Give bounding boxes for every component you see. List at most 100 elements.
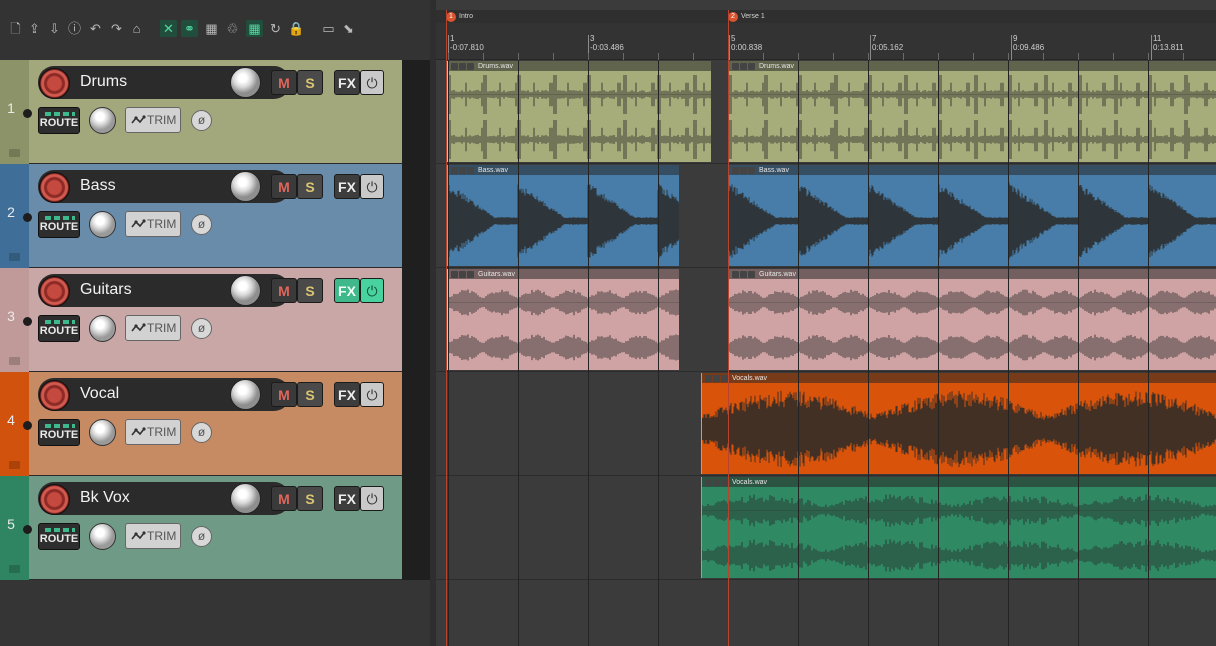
fx-button[interactable]: FX [334,174,360,199]
lock-icon[interactable]: 🔒 [288,20,305,37]
timeline-ruler[interactable]: 1 -0:07.810 3 -0:03.486 5 0:00.838 7 0:05.162 9 0… [436,23,1216,60]
fx-bypass-icon[interactable]: ⏻ [360,278,384,303]
solo-button[interactable]: S [297,486,323,511]
fx-button[interactable]: FX [334,70,360,95]
item-lock-icon[interactable] [705,374,712,382]
item-header[interactable]: Bass.wav [729,165,1216,175]
fx-bypass-icon[interactable]: ⏻ [360,70,384,95]
item-fx-icon[interactable] [467,62,474,70]
item-fx-icon[interactable] [467,166,474,174]
folder-icon[interactable] [9,565,20,573]
record-arm-button[interactable] [39,484,70,515]
track-4[interactable]: 4 Vocal M S FX ⏻ ROUTE TRIM ø [0,372,402,476]
track-2[interactable]: 2 Bass M S FX ⏻ ROUTE TRIM ø [0,164,402,268]
fx-button[interactable]: FX [334,486,360,511]
item-fx-icon[interactable] [748,270,755,278]
fx-button[interactable]: FX [334,278,360,303]
solo-button[interactable]: S [297,278,323,303]
volume-knob[interactable] [230,483,261,514]
fx-bypass-icon[interactable]: ⏻ [360,486,384,511]
media-item[interactable]: Drums.wav [728,61,1216,162]
route-button[interactable]: ROUTE [38,523,80,550]
trim-button[interactable]: TRIM [125,419,181,445]
mute-button[interactable]: M [271,486,297,511]
item-mute-icon[interactable] [459,270,466,278]
snap-grid-icon[interactable]: ▦ [203,20,220,37]
track-name[interactable]: Drums [80,73,127,91]
mute-button[interactable]: M [271,174,297,199]
item-fx-icon[interactable] [721,478,728,486]
grouping-icon[interactable]: ⚭ [181,20,198,37]
pan-knob[interactable] [89,419,116,446]
record-arm-button[interactable] [39,380,70,411]
item-header[interactable]: Guitars.wav [448,269,679,279]
route-button[interactable]: ROUTE [38,419,80,446]
marker-1[interactable]: 1 Intro [446,10,473,23]
tcp-empty-area[interactable] [0,580,432,646]
fx-bypass-icon[interactable]: ⏻ [360,174,384,199]
item-lock-icon[interactable] [732,166,739,174]
metronome-icon[interactable]: ⌂ [128,20,145,37]
record-arm-button[interactable] [39,68,70,99]
mute-button[interactable]: M [271,382,297,407]
item-mute-icon[interactable] [740,166,747,174]
pan-knob[interactable] [89,315,116,342]
phase-invert-button[interactable]: ø [191,110,212,131]
folder-icon[interactable] [9,253,20,261]
item-header[interactable]: Vocals.wav [702,373,1216,383]
media-item[interactable]: Guitars.wav [447,269,679,370]
item-header[interactable]: Drums.wav [729,61,1216,71]
phase-invert-button[interactable]: ø [191,526,212,547]
track-5[interactable]: 5 Bk Vox M S FX ⏻ ROUTE TRIM ø [0,476,402,580]
marker-2[interactable]: 2 Verse 1 [728,10,765,23]
fx-button[interactable]: FX [334,382,360,407]
item-fx-icon[interactable] [721,374,728,382]
marker-bar[interactable]: 1 Intro 2 Verse 1 [436,10,1216,23]
auto-crossfade-icon[interactable]: ↻ [267,20,284,37]
trim-button[interactable]: TRIM [125,211,181,237]
item-lock-icon[interactable] [705,478,712,486]
folder-icon[interactable] [9,357,20,365]
track-name[interactable]: Guitars [80,281,132,299]
item-mute-icon[interactable] [713,478,720,486]
arrange-view[interactable]: 1 Intro 2 Verse 1 1 -0:07.810 3 -0:03.486 5 0:00… [436,0,1216,646]
folder-icon[interactable] [9,149,20,157]
item-lock-icon[interactable] [451,62,458,70]
ripple-edit-icon[interactable]: ✕ [160,20,177,37]
open-project-icon[interactable]: ⇪ [26,20,43,37]
mute-button[interactable]: M [271,70,297,95]
phase-invert-button[interactable]: ø [191,422,212,443]
item-header[interactable]: Guitars.wav [729,269,1216,279]
media-item[interactable]: Vocals.wav [701,477,1216,578]
color-icon[interactable]: ▭ [320,20,337,37]
pan-knob[interactable] [89,523,116,550]
track-1[interactable]: 1 Drums M S FX ⏻ ROUTE TRIM ø [0,60,402,164]
record-arm-button[interactable] [39,276,70,307]
fx-bypass-icon[interactable]: ⏻ [360,382,384,407]
item-lock-icon[interactable] [451,166,458,174]
volume-knob[interactable] [230,275,261,306]
item-mute-icon[interactable] [459,166,466,174]
pan-knob[interactable] [89,211,116,238]
media-item[interactable]: Guitars.wav [728,269,1216,370]
record-arm-button[interactable] [39,172,70,203]
item-mute-icon[interactable] [740,62,747,70]
trim-button[interactable]: TRIM [125,107,181,133]
solo-button[interactable]: S [297,70,323,95]
track-name[interactable]: Bk Vox [80,489,130,507]
item-header[interactable]: Bass.wav [448,165,679,175]
item-mute-icon[interactable] [459,62,466,70]
solo-button[interactable]: S [297,174,323,199]
route-button[interactable]: ROUTE [38,107,80,134]
arrange-empty-area[interactable] [436,580,1216,646]
phase-invert-button[interactable]: ø [191,318,212,339]
item-mute-icon[interactable] [713,374,720,382]
item-header[interactable]: Vocals.wav [702,477,1216,487]
undo-icon[interactable]: ↶ [87,20,104,37]
item-header[interactable]: Drums.wav [448,61,711,71]
volume-knob[interactable] [230,67,261,98]
trim-button[interactable]: TRIM [125,315,181,341]
media-item[interactable]: Bass.wav [728,165,1216,266]
media-item[interactable]: Drums.wav [447,61,711,162]
volume-knob[interactable] [230,379,261,410]
